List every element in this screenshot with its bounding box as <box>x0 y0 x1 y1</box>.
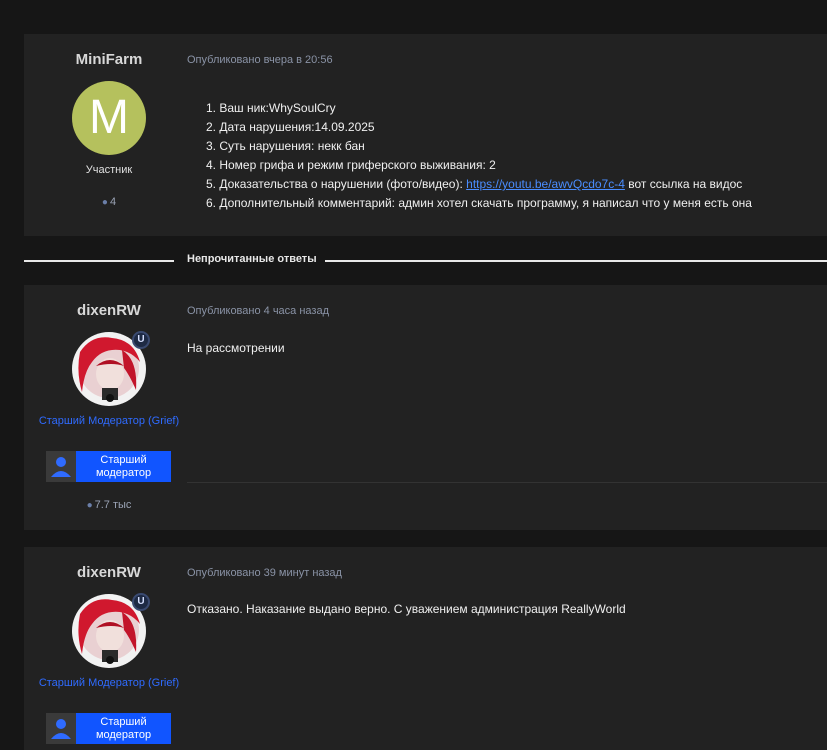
list-item: 3. Суть нарушения: некк бан <box>206 139 365 153</box>
group-label: Старший модератор <box>76 713 171 744</box>
moderator-badge-icon: U <box>132 593 150 611</box>
topic-page: MiniFarm M Участник ● 4 Опубликовано вчер… <box>0 0 827 750</box>
user-icon <box>46 713 76 744</box>
list-item: 1. Ваш ник:WhySoulCry <box>206 101 336 115</box>
comment-icon: ● <box>101 197 108 208</box>
post-content: Отказано. Наказание выдано верно. С уваж… <box>187 602 626 616</box>
video-link[interactable]: https://youtu.be/awvQcdo7c-4 <box>466 177 625 191</box>
unread-separator: Непрочитанные ответы <box>24 252 827 270</box>
user-icon <box>46 451 76 482</box>
member-title: Старший Модератор (Grief) <box>38 677 180 689</box>
post-count[interactable]: ● 7.7 тыс <box>24 499 194 511</box>
post-divider <box>187 482 827 483</box>
list-item: 2. Дата нарушения:14.09.2025 <box>206 120 375 134</box>
post-date[interactable]: Опубликовано 4 часа назад <box>187 305 329 317</box>
report-list: 1. Ваш ник:WhySoulCry 2. Дата нарушения:… <box>206 99 752 213</box>
post-date[interactable]: Опубликовано вчера в 20:56 <box>187 54 333 66</box>
group-label: Старший модератор <box>76 451 171 482</box>
member-title: Участник <box>85 164 133 176</box>
avatar[interactable]: M <box>72 81 146 155</box>
separator-line <box>325 260 827 262</box>
member-title: Старший Модератор (Grief) <box>38 415 180 427</box>
moderator-badge-icon: U <box>132 331 150 349</box>
author-name-link[interactable]: dixenRW <box>24 564 194 581</box>
group-badge: Старший модератор <box>46 713 171 744</box>
author-name-link[interactable]: dixenRW <box>24 302 194 319</box>
comment-icon: ● <box>86 500 93 511</box>
list-item: 5. Доказательства о нарушении (фото/виде… <box>206 177 743 191</box>
separator-line <box>24 260 174 262</box>
list-item: 4. Номер грифа и режим гриферского выжив… <box>206 158 496 172</box>
list-item: 6. Дополнительный комментарий: админ хот… <box>206 196 752 210</box>
post-minifarm: MiniFarm M Участник ● 4 Опубликовано вчер… <box>24 34 827 236</box>
post-count[interactable]: ● 4 <box>24 196 194 208</box>
post-content: 1. Ваш ник:WhySoulCry 2. Дата нарушения:… <box>206 99 752 213</box>
separator-label: Непрочитанные ответы <box>187 253 317 265</box>
group-badge: Старший модератор <box>46 451 171 482</box>
author-name-link[interactable]: MiniFarm <box>24 51 194 68</box>
post-date[interactable]: Опубликовано 39 минут назад <box>187 567 342 579</box>
post-dixenrw-2: dixenRW U Старший Модератор (Grief) Стар… <box>24 547 827 750</box>
post-dixenrw-1: dixenRW U Старший Модератор (Grief) Стар… <box>24 285 827 530</box>
post-content: На рассмотрении <box>187 341 285 355</box>
